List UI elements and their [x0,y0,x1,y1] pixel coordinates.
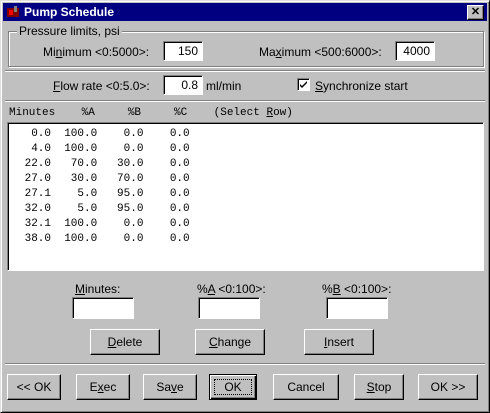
stop-button[interactable]: Stop [354,374,404,400]
separator-top [5,70,485,72]
minutes-input[interactable] [72,297,134,319]
maximum-pressure-label: Maximum <500:6000>: [259,45,382,59]
table-row[interactable]: 4.0 100.0 0.0 0.0 [18,142,189,156]
table-row[interactable]: 0.0 100.0 0.0 0.0 [18,127,189,141]
table-row[interactable]: 22.0 70.0 30.0 0.0 [18,157,190,171]
separator-middle [5,100,485,102]
maximum-pressure-input[interactable]: 4000 [395,41,435,61]
close-button[interactable]: ✕ [467,5,484,20]
cancel-button[interactable]: Cancel [273,374,339,400]
minimum-pressure-input[interactable]: 150 [163,41,203,61]
previous-ok-button[interactable]: << OK [7,374,61,400]
flow-rate-label: Flow rate <0:5.0>: [53,79,150,93]
ok-button[interactable]: OK [209,374,257,400]
pump-schedule-dialog: Pump Schedule ✕ Pressure limits, psi Min… [0,0,490,413]
flow-rate-input[interactable]: 0.8 [163,75,203,95]
table-row[interactable]: 38.0 100.0 0.0 0.0 [18,232,190,246]
table-row[interactable]: 32.1 100.0 0.0 0.0 [18,217,190,231]
percent-b-input[interactable] [326,297,388,319]
change-button[interactable]: Change [195,329,265,355]
table-row[interactable]: 32.0 5.0 95.0 0.0 [18,202,190,216]
save-button[interactable]: Save [143,374,197,400]
synchronize-start-checkbox[interactable] [297,78,310,91]
exec-button[interactable]: Exec [76,374,130,400]
separator-bottom [5,363,485,365]
next-ok-button[interactable]: OK >> [418,374,478,400]
table-row[interactable]: 27.0 30.0 70.0 0.0 [18,172,190,186]
percent-b-label: %B <0:100>: [322,282,392,296]
pressure-limits-label: Pressure limits, psi [17,24,122,38]
synchronize-start-label[interactable]: Synchronize start [315,79,408,93]
table-row[interactable]: 27.1 5.0 95.0 0.0 [18,187,190,201]
percent-a-label: %A <0:100>: [197,282,266,296]
checkmark-icon [300,81,307,88]
flow-rate-unit: ml/min [206,79,242,93]
close-icon: ✕ [470,6,481,18]
window-title: Pump Schedule [24,5,115,19]
schedule-table-header: Minutes %A %B %C (Select Row) [9,107,293,119]
focus-indicator [214,379,252,395]
title-bar[interactable]: Pump Schedule ✕ [3,3,487,21]
app-icon [7,6,19,17]
minutes-label: Minutes: [75,282,121,296]
insert-button[interactable]: Insert [304,329,374,355]
percent-a-input[interactable] [198,297,260,319]
minimum-pressure-label: Minimum <0:5000>: [43,45,150,59]
delete-button[interactable]: Delete [90,329,160,355]
schedule-table[interactable]: 0.0 100.0 0.0 0.0 4.0 100.0 0.0 0.0 22.0… [7,122,484,271]
